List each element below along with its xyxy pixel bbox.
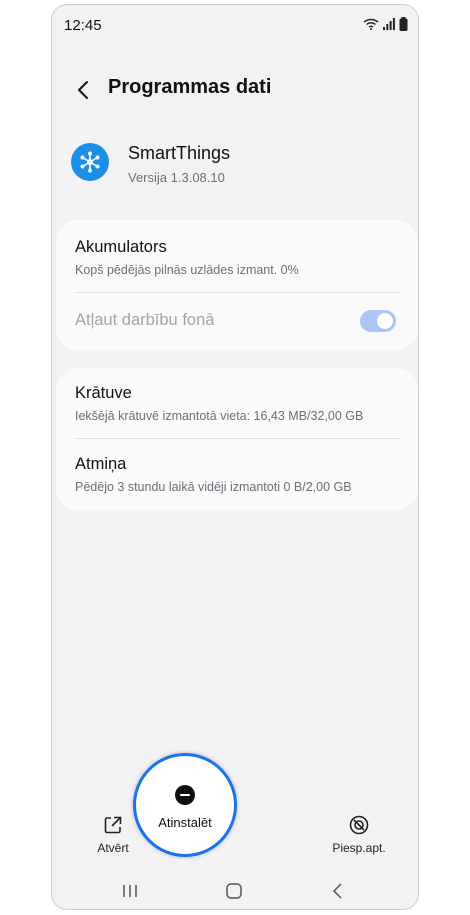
recent-apps-button[interactable] [115,879,145,903]
page-header: Programmas dati [52,71,418,111]
force-stop-icon [349,815,369,835]
uninstall-label: Atinstalēt [158,814,212,830]
battery-card: Akumulators Kopš pēdējās pilnās uzlādes … [56,220,418,350]
status-time: 12:45 [64,17,102,34]
background-activity-row: Atļaut darbību fonā [56,293,418,349]
open-button[interactable]: Atvērt [88,815,138,855]
nav-back-button[interactable] [323,879,353,903]
home-icon [226,883,242,899]
smartthings-icon [71,143,109,181]
status-bar: 12:45 [52,5,418,45]
storage-title: Krātuve [75,384,132,402]
battery-row[interactable]: Akumulators Kopš pēdējās pilnās uzlādes … [56,220,418,292]
app-name: SmartThings [128,143,231,163]
battery-icon [399,17,408,31]
app-version: Versija 1.3.08.10 [128,170,225,185]
wifi-icon [363,18,379,30]
force-stop-label: Piesp.apt. [332,841,386,855]
background-activity-label: Atļaut darbību fonā [75,311,215,329]
home-button[interactable] [219,879,249,903]
uninstall-button[interactable]: Atinstalēt [133,753,237,857]
storage-row[interactable]: Krātuve Iekšējā krātuvē izmantotā vieta:… [56,368,418,438]
chevron-left-icon [78,81,88,99]
storage-memory-card: Krātuve Iekšējā krātuvē izmantotā vieta:… [56,368,418,510]
back-button[interactable] [70,76,98,104]
storage-subtitle: Iekšējā krātuvē izmantotā vieta: 16,43 M… [75,409,364,423]
signal-icon [383,18,395,30]
battery-subtitle: Kopš pēdējās pilnās uzlādes izmant. 0% [75,263,299,277]
back-icon [332,883,342,899]
status-icons [363,17,408,31]
recent-apps-icon [123,885,137,897]
app-info: SmartThings Versija 1.3.08.10 [52,140,418,190]
toggle-knob [377,313,393,329]
minus-circle-icon [175,784,195,805]
memory-subtitle: Pēdējo 3 stundu laikā vidēji izmantoti 0… [75,480,352,494]
phone-screen: 12:45 Programmas dati SmartThings Versij… [51,4,419,910]
memory-title: Atmiņa [75,455,127,473]
navigation-bar [52,871,418,909]
battery-title: Akumulators [75,238,167,256]
page-title: Programmas dati [108,76,272,98]
force-stop-button[interactable]: Piesp.apt. [324,815,394,855]
memory-row[interactable]: Atmiņa Pēdējo 3 stundu laikā vidēji izma… [56,439,418,509]
open-external-icon [104,816,122,834]
open-label: Atvērt [97,841,129,855]
background-activity-toggle[interactable] [360,310,396,332]
